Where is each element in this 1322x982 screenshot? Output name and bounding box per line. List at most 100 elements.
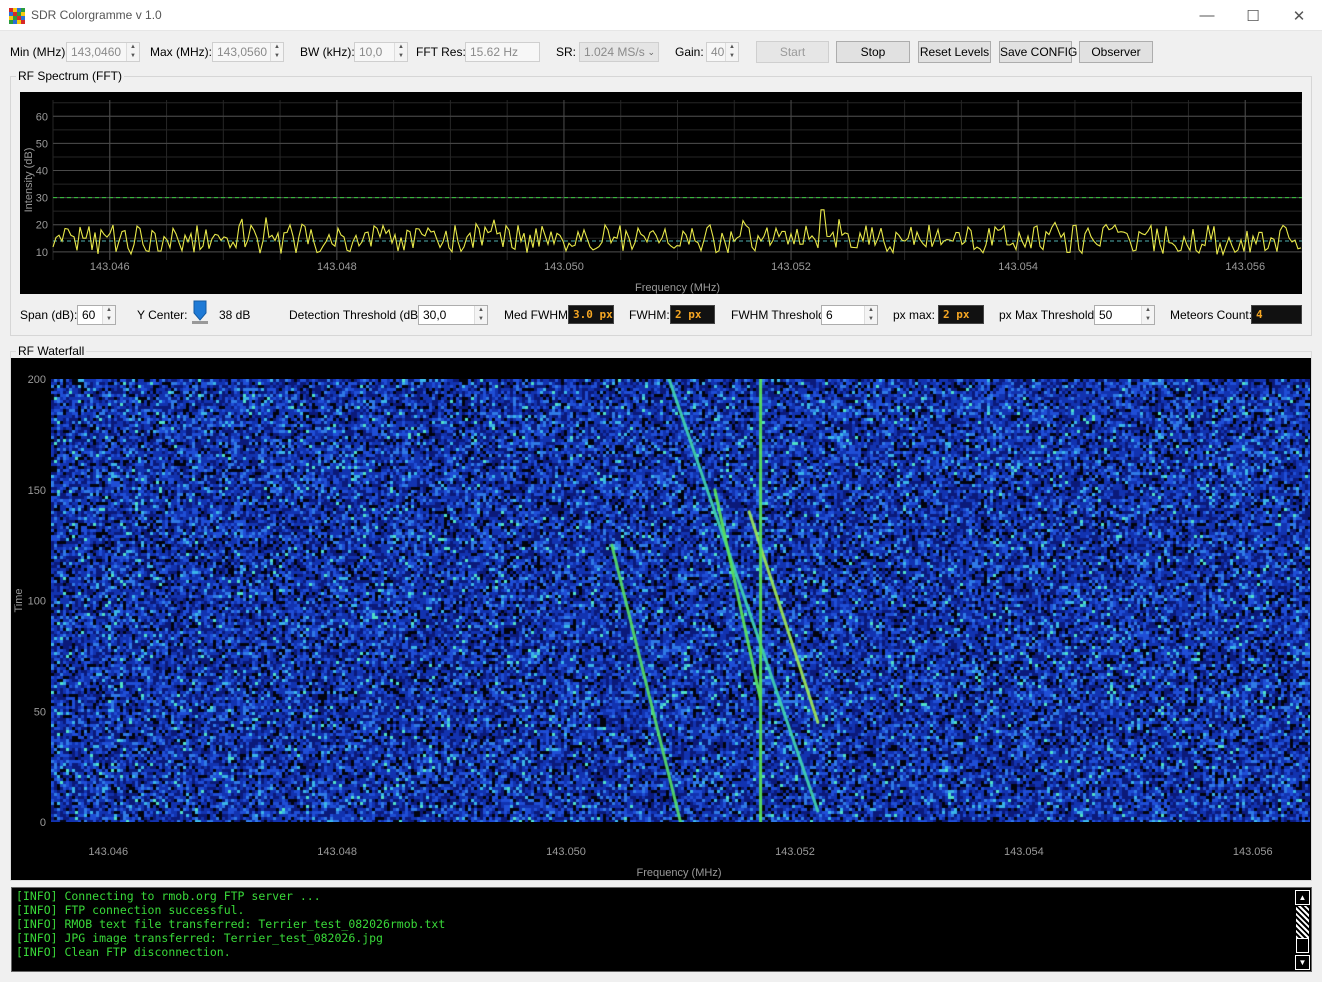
- y-tick-label: 50: [36, 138, 48, 150]
- fwhm-threshold-value: 6: [826, 308, 833, 322]
- y-tick-label: 100: [28, 596, 46, 608]
- fwhm-readout: 2 px: [670, 305, 715, 324]
- log-lines: [INFO] Connecting to rmob.org FTP server…: [12, 888, 1311, 959]
- min-freq-value: 143,0460: [71, 45, 122, 59]
- span-value: 60: [82, 308, 96, 322]
- bw-spinbox[interactable]: 10,0 ▲ ▼: [354, 42, 408, 62]
- x-tick-label: 143.056: [1233, 846, 1273, 858]
- slider-handle-icon[interactable]: [192, 300, 208, 322]
- sr-value: 1.024 MS/s: [584, 45, 645, 59]
- stop-button[interactable]: Stop: [836, 41, 910, 63]
- y-tick-label: 50: [34, 706, 46, 718]
- gain-value: 40: [711, 45, 725, 59]
- x-axis-label: Frequency (MHz): [637, 867, 722, 879]
- log-console[interactable]: [INFO] Connecting to rmob.org FTP server…: [11, 887, 1312, 972]
- gain-stepper[interactable]: ▲ ▼: [725, 43, 738, 61]
- maximize-button[interactable]: ☐: [1230, 0, 1276, 31]
- bw-value: 10,0: [359, 45, 383, 59]
- x-tick-label: 143.050: [546, 846, 586, 858]
- med-fwhm-readout: 3.0 px: [568, 305, 614, 324]
- chevron-down-icon: ⌄: [647, 47, 655, 57]
- px-max-threshold-spinbox[interactable]: 50 ▲ ▼: [1094, 305, 1155, 325]
- ycenter-slider[interactable]: [192, 300, 208, 326]
- span-spinbox[interactable]: 60 ▲ ▼: [77, 305, 116, 325]
- x-tick-label: 143.056: [1225, 261, 1265, 273]
- start-button[interactable]: Start: [756, 41, 829, 63]
- detection-threshold-stepper[interactable]: ▲ ▼: [474, 306, 487, 324]
- px-max-threshold-label: px Max Threshold:: [999, 308, 1098, 322]
- max-freq-label: Max (MHz):: [150, 45, 212, 59]
- meteors-count-readout: 4: [1251, 305, 1302, 324]
- span-label: Span (dB):: [20, 308, 78, 322]
- window-title: SDR Colorgramme v 1.0: [31, 8, 162, 22]
- fft-res-label: FFT Res:: [416, 45, 466, 59]
- y-tick-label: 20: [36, 220, 48, 232]
- minimize-button[interactable]: —: [1184, 0, 1230, 31]
- detection-threshold-spinbox[interactable]: 30,0 ▲ ▼: [418, 305, 488, 325]
- min-freq-spinbox[interactable]: 143,0460 ▲ ▼: [66, 42, 140, 62]
- scroll-thumb[interactable]: [1296, 938, 1309, 953]
- log-line: [INFO] JPG image transferred: Terrier_te…: [16, 931, 383, 945]
- waterfall-frame: 200 150 100 50 0 143.046 143.048 143.050 143.052…: [11, 358, 1311, 880]
- log-scrollbar[interactable]: ▲ ▼: [1295, 889, 1310, 971]
- x-tick-label: 143.052: [775, 846, 815, 858]
- y-tick-label: 30: [36, 193, 48, 205]
- save-config-button[interactable]: Save CONFIG: [999, 41, 1077, 63]
- detection-threshold-label: Detection Threshold (dB):: [289, 308, 426, 322]
- x-tick-label: 143.046: [90, 261, 130, 273]
- spectrum-chart: 60 50 40 30 20 10 143.046 143.048 143.050 143.052…: [23, 100, 1302, 294]
- spectrum-plot[interactable]: 60 50 40 30 20 10 143.046 143.048 143.050 143.052…: [20, 92, 1302, 294]
- detection-threshold-value: 30,0: [423, 308, 447, 322]
- med-fwhm-label: Med FWHM:: [504, 308, 572, 322]
- app-icon: [9, 8, 25, 24]
- min-freq-label: Min (MHz):: [10, 45, 69, 59]
- log-line: [INFO] RMOB text file transferred: Terri…: [16, 917, 446, 931]
- x-tick-label: 143.054: [1004, 846, 1044, 858]
- y-tick-label: 10: [36, 247, 48, 259]
- bw-stepper[interactable]: ▲ ▼: [394, 43, 407, 61]
- max-freq-value: 143,0560: [217, 45, 268, 59]
- sr-label: SR:: [556, 45, 577, 59]
- x-tick-label: 143.048: [317, 846, 357, 858]
- fft-res-field: 15.62 Hz: [465, 42, 540, 62]
- meteors-count-label: Meteors Count:: [1170, 308, 1253, 322]
- waterfall-group-title: RF Waterfall: [16, 344, 87, 358]
- log-line: [INFO] Clean FTP disconnection.: [16, 945, 231, 959]
- px-max-threshold-value: 50: [1099, 308, 1113, 322]
- scroll-track[interactable]: [1296, 906, 1309, 938]
- x-tick-label: 143.046: [88, 846, 128, 858]
- x-tick-label: 143.048: [317, 261, 357, 273]
- max-freq-stepper[interactable]: ▲ ▼: [270, 43, 283, 61]
- x-axis-label: Frequency (MHz): [635, 282, 720, 294]
- scroll-up-icon[interactable]: ▲: [1295, 890, 1310, 905]
- observer-button[interactable]: Observer: [1079, 41, 1153, 63]
- fwhm-threshold-stepper[interactable]: ▲ ▼: [864, 306, 877, 324]
- px-max-readout: 2 px: [938, 305, 984, 324]
- spectrum-grid: [52, 100, 1302, 260]
- min-freq-stepper[interactable]: ▲ ▼: [126, 43, 139, 61]
- y-axis-label: Time: [13, 588, 25, 612]
- x-tick-label: 143.050: [544, 261, 584, 273]
- sr-combobox[interactable]: 1.024 MS/s ⌄: [579, 42, 659, 62]
- span-stepper[interactable]: ▲ ▼: [102, 306, 115, 324]
- px-max-threshold-stepper[interactable]: ▲ ▼: [1141, 306, 1154, 324]
- ycenter-label: Y Center:: [137, 308, 188, 322]
- y-tick-label: 200: [28, 374, 46, 386]
- fft-res-value: 15.62 Hz: [470, 45, 519, 59]
- spectrum-group-title: RF Spectrum (FFT): [16, 69, 124, 83]
- ycenter-value: 38 dB: [219, 308, 251, 322]
- gain-spinbox[interactable]: 40 ▲ ▼: [706, 42, 739, 62]
- px-max-label: px max:: [893, 308, 936, 322]
- waterfall-chart: 200 150 100 50 0 143.046 143.048 143.050 143.052…: [13, 374, 1273, 879]
- bw-label: BW (kHz):: [300, 45, 355, 59]
- fwhm-threshold-spinbox[interactable]: 6 ▲ ▼: [821, 305, 878, 325]
- close-button[interactable]: ✕: [1276, 0, 1322, 31]
- scroll-down-icon[interactable]: ▼: [1295, 955, 1310, 970]
- max-freq-spinbox[interactable]: 143,0560 ▲ ▼: [212, 42, 284, 62]
- y-axis-label: Intensity (dB): [23, 148, 35, 213]
- x-tick-label: 143.052: [771, 261, 811, 273]
- log-line: [INFO] FTP connection successful.: [16, 903, 245, 917]
- fwhm-threshold-label: FWHM Threshold:: [731, 308, 829, 322]
- x-tick-label: 143.054: [998, 261, 1038, 273]
- reset-levels-button[interactable]: Reset Levels: [918, 41, 991, 63]
